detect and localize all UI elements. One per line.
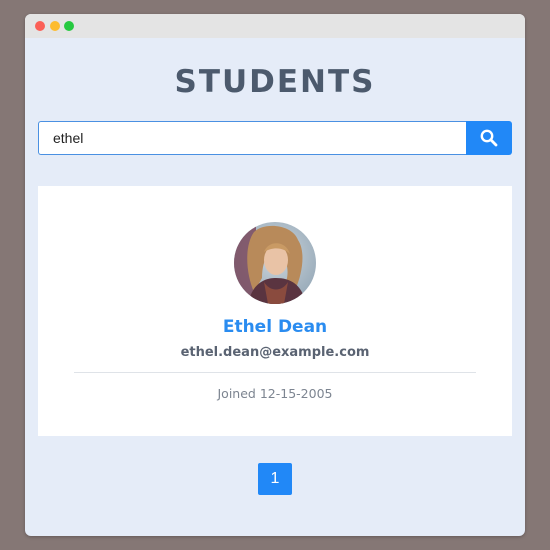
search-icon — [480, 129, 498, 147]
card-divider — [74, 372, 476, 373]
student-photo — [234, 222, 316, 304]
avatar — [234, 222, 316, 304]
student-card: Ethel Dean ethel.dean@example.com Joined… — [38, 186, 512, 436]
search-bar — [38, 121, 512, 157]
joined-date: Joined 12-15-2005 — [217, 386, 333, 401]
maximize-window-button[interactable] — [64, 21, 74, 31]
search-button[interactable] — [466, 121, 512, 155]
search-input[interactable] — [38, 121, 466, 155]
pagination-page-1[interactable]: 1 — [258, 463, 292, 495]
minimize-window-button[interactable] — [50, 21, 60, 31]
close-window-button[interactable] — [35, 21, 45, 31]
window-titlebar — [25, 14, 525, 38]
student-email: ethel.dean@example.com — [180, 345, 370, 360]
student-name[interactable]: Ethel Dean — [38, 315, 512, 339]
app-window: STUDENTS ethel Ethel Dean ethel.dean@exa… — [25, 14, 525, 536]
page-title: STUDENTS — [174, 64, 376, 100]
